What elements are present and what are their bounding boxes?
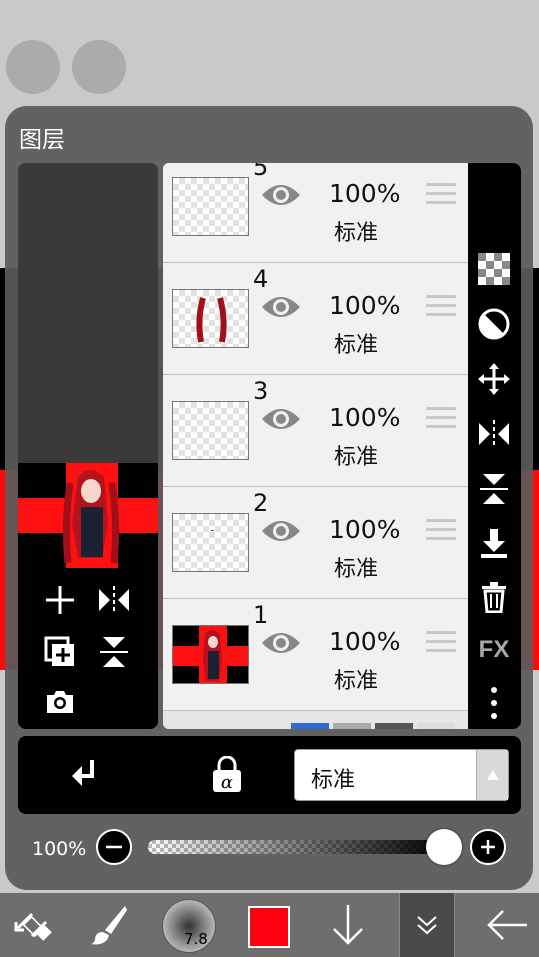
paper-color-checker[interactable]	[333, 723, 371, 729]
svg-text:α: α	[221, 772, 233, 793]
paper-color-blue[interactable]	[291, 723, 329, 729]
preview-thumbnail[interactable]	[18, 463, 158, 568]
merge-down-icon[interactable]	[476, 525, 512, 561]
drag-handle-icon[interactable]	[426, 295, 456, 321]
background-layer-row[interactable]	[163, 711, 468, 729]
blend-mode-select[interactable]: 标准	[294, 749, 509, 801]
back-arrow-icon[interactable]	[480, 893, 534, 957]
layer-opacity: 100%	[329, 179, 401, 208]
layer-number: 4	[253, 265, 269, 293]
duplicate-layer-icon[interactable]	[40, 632, 80, 672]
paper-color-white[interactable]	[417, 723, 455, 729]
arrow-down-icon[interactable]	[326, 893, 370, 957]
layer-opacity: 100%	[329, 627, 401, 656]
fx-label: FX	[478, 636, 510, 663]
undo-button[interactable]	[6, 40, 60, 94]
layer-thumbnail	[172, 177, 249, 236]
clipping-icon[interactable]	[70, 756, 104, 796]
drag-handle-icon[interactable]	[426, 631, 456, 657]
color-swatch[interactable]	[248, 906, 290, 948]
flip-vertical-icon[interactable]	[94, 632, 134, 672]
opacity-minus-button[interactable]	[96, 829, 132, 865]
layer-row-3[interactable]: 3 100% 标准	[163, 375, 468, 487]
preview-background	[18, 163, 158, 463]
paper-color-dark[interactable]	[375, 723, 413, 729]
layer-controls-bar: α 标准	[18, 736, 521, 814]
preview-actions	[18, 568, 158, 729]
canvas-preview	[18, 163, 158, 729]
layer-number: 2	[253, 489, 269, 517]
opacity-slider-track[interactable]	[148, 840, 444, 854]
layer-blend-mode: 标准	[334, 333, 379, 358]
layer-blend-mode: 标准	[334, 669, 379, 694]
eye-icon[interactable]	[260, 629, 302, 657]
redo-button[interactable]	[72, 40, 126, 94]
eye-icon[interactable]	[260, 293, 302, 321]
layer-row-5[interactable]: 5 100% 标准	[163, 163, 468, 263]
layer-number: 3	[253, 377, 269, 405]
flip-vertical-icon[interactable]	[476, 471, 512, 507]
drag-handle-icon[interactable]	[426, 183, 456, 209]
layer-panel: 图层 5 100% 标准 4 100% 标准 3 100% 标准 2 100% …	[5, 106, 533, 890]
layer-list: 5 100% 标准 4 100% 标准 3 100% 标准 2 100% 标准 …	[163, 163, 468, 729]
layer-thumbnail	[172, 401, 249, 460]
eye-icon[interactable]	[260, 181, 302, 209]
blend-mode-value: 标准	[311, 768, 356, 793]
panel-title: 图层	[19, 127, 65, 153]
layer-opacity: 100%	[329, 291, 401, 320]
drag-handle-icon[interactable]	[426, 407, 456, 433]
opacity-plus-button[interactable]	[470, 829, 506, 865]
layer-thumbnail	[172, 513, 249, 572]
brush-size-preview[interactable]: 7.8	[162, 899, 216, 953]
flip-horizontal-icon[interactable]	[476, 416, 512, 452]
collapse-icon[interactable]	[399, 893, 455, 957]
eye-icon[interactable]	[260, 517, 302, 545]
brush-icon[interactable]	[86, 893, 132, 957]
trash-icon[interactable]	[476, 579, 512, 615]
camera-icon[interactable]	[40, 682, 80, 722]
layer-blend-mode: 标准	[334, 445, 379, 470]
half-circle-icon[interactable]	[476, 306, 512, 342]
layer-row-1[interactable]: 1 100% 标准	[163, 599, 468, 711]
layer-number: 5	[253, 163, 269, 181]
add-layer-icon[interactable]	[40, 580, 80, 620]
layer-tools-bar: FX	[468, 163, 521, 729]
drag-handle-icon[interactable]	[426, 519, 456, 545]
checker-icon[interactable]	[476, 251, 512, 287]
opacity-label: 100%	[32, 838, 87, 860]
transform-icon[interactable]	[10, 893, 56, 957]
layer-thumbnail	[172, 289, 249, 348]
layer-row-2[interactable]: 2 100% 标准	[163, 487, 468, 599]
alpha-lock-icon[interactable]: α	[210, 755, 244, 798]
fx-button[interactable]: FX	[476, 632, 512, 668]
opacity-slider-knob[interactable]	[426, 829, 462, 865]
layer-opacity: 100%	[329, 515, 401, 544]
layer-number: 1	[253, 601, 269, 629]
more-icon[interactable]	[476, 685, 512, 721]
caret-up-icon	[476, 750, 508, 800]
eye-icon[interactable]	[260, 405, 302, 433]
move-icon[interactable]	[476, 361, 512, 397]
layer-blend-mode: 标准	[334, 557, 379, 582]
layer-opacity: 100%	[329, 403, 401, 432]
bottom-toolbar: 7.8	[0, 893, 539, 957]
layer-blend-mode: 标准	[334, 221, 379, 246]
flip-horizontal-icon[interactable]	[94, 580, 134, 620]
layer-row-4[interactable]: 4 100% 标准	[163, 263, 468, 375]
brush-size-value: 7.8	[184, 930, 208, 948]
layer-thumbnail	[172, 625, 249, 684]
